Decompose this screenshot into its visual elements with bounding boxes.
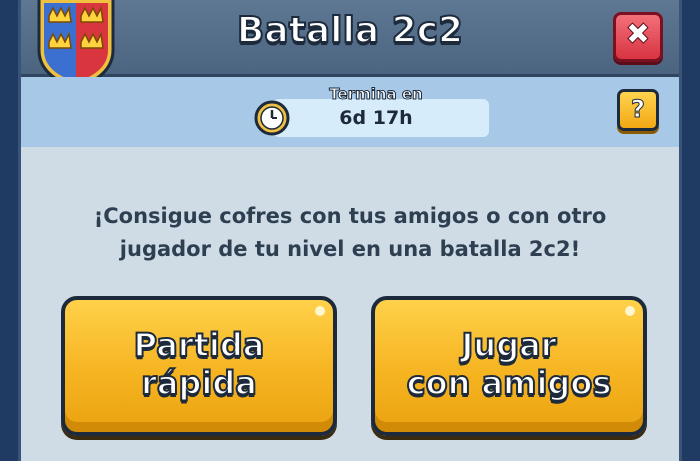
question-mark-icon: ?: [631, 95, 646, 124]
dialog-title: Batalla 2c2: [236, 9, 464, 52]
battle-description: ¡Consigue cofres con tus amigos o con ot…: [51, 200, 649, 266]
clock-icon: [254, 100, 290, 136]
quick-match-label: Partida rápida: [65, 325, 333, 403]
timer-value: 6d 17h: [339, 107, 413, 129]
info-band: Termina en 6d 17h ?: [21, 77, 679, 147]
quick-match-label-line-1: Partida: [133, 325, 266, 365]
close-icon: ✖: [625, 17, 651, 53]
background-right: [682, 0, 700, 461]
play-with-friends-label: Jugar con amigos: [375, 325, 643, 403]
play-with-friends-label-line-1: Jugar: [461, 325, 558, 365]
description-line-1: ¡Consigue cofres con tus amigos o con ot…: [93, 204, 607, 228]
dialog-header: Batalla 2c2 ✖: [21, 0, 679, 77]
play-with-friends-button[interactable]: Jugar con amigos: [371, 296, 647, 436]
close-button[interactable]: ✖: [613, 12, 663, 62]
quick-match-button[interactable]: Partida rápida: [61, 296, 337, 436]
quick-match-label-line-2: rápida: [140, 363, 258, 403]
background-left: [0, 0, 18, 461]
button-shine: [315, 306, 325, 316]
battle-dialog: Batalla 2c2 ✖ Termina en 6d 17h ? ¡Consi…: [18, 0, 682, 461]
timer-label: Termina en: [329, 85, 423, 104]
play-with-friends-label-line-2: con amigos: [406, 363, 613, 403]
help-button[interactable]: ?: [617, 89, 659, 131]
description-line-2: jugador de tu nivel en una batalla 2c2!: [119, 237, 581, 261]
button-shine: [625, 306, 635, 316]
